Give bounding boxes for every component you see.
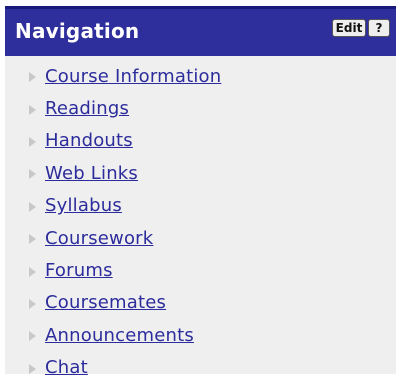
triangle-right-icon xyxy=(29,234,36,245)
nav-link-forums[interactable]: Forums xyxy=(45,260,113,281)
triangle-right-icon xyxy=(29,136,36,147)
nav-link-web-links[interactable]: Web Links xyxy=(45,163,138,184)
triangle-right-icon xyxy=(29,298,36,309)
triangle-right-icon xyxy=(29,201,36,212)
nav-item-readings: Readings xyxy=(5,92,221,124)
nav-link-announcements[interactable]: Announcements xyxy=(45,325,194,346)
triangle-right-icon xyxy=(29,363,36,374)
nav-item-chat: Chat xyxy=(5,352,221,384)
navigation-title: Navigation xyxy=(15,19,140,43)
nav-link-handouts[interactable]: Handouts xyxy=(45,130,133,151)
nav-item-coursework: Coursework xyxy=(5,222,221,254)
nav-link-chat[interactable]: Chat xyxy=(45,357,88,378)
nav-link-readings[interactable]: Readings xyxy=(45,98,129,119)
nav-list: Course Information Readings Handouts Web… xyxy=(5,60,221,384)
nav-item-forums: Forums xyxy=(5,254,221,286)
nav-item-handouts: Handouts xyxy=(5,125,221,157)
nav-link-course-information[interactable]: Course Information xyxy=(45,66,221,87)
navigation-panel: Navigation Edit ? Course Information Rea… xyxy=(0,0,406,378)
nav-item-web-links: Web Links xyxy=(5,157,221,189)
triangle-right-icon xyxy=(29,104,36,115)
help-button[interactable]: ? xyxy=(368,19,390,37)
nav-link-coursework[interactable]: Coursework xyxy=(45,228,153,249)
triangle-right-icon xyxy=(29,72,36,83)
nav-item-course-information: Course Information xyxy=(5,60,221,92)
triangle-right-icon xyxy=(29,266,36,277)
navigation-header: Navigation Edit ? xyxy=(5,6,396,56)
navigation-body: Course Information Readings Handouts Web… xyxy=(5,56,396,378)
nav-item-coursemates: Coursemates xyxy=(5,287,221,319)
nav-link-coursemates[interactable]: Coursemates xyxy=(45,292,166,313)
nav-link-syllabus[interactable]: Syllabus xyxy=(45,195,122,216)
nav-item-syllabus: Syllabus xyxy=(5,190,221,222)
triangle-right-icon xyxy=(29,169,36,180)
header-buttons: Edit ? xyxy=(332,19,390,37)
edit-button[interactable]: Edit xyxy=(332,19,366,37)
triangle-right-icon xyxy=(29,331,36,342)
nav-item-announcements: Announcements xyxy=(5,319,221,351)
